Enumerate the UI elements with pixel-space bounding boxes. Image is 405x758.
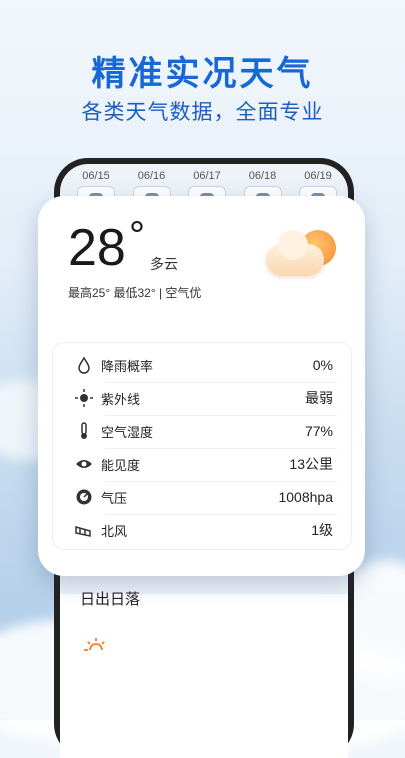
detail-row-uv: 紫外线 最弱: [53, 382, 351, 414]
detail-label: 能见度: [101, 457, 141, 473]
detail-label: 降雨概率: [101, 358, 154, 374]
detail-row-humidity: 空气湿度 77%: [53, 415, 351, 447]
detail-value: 0%: [312, 357, 333, 373]
temperature-range: 最高25° 最低32° | 空气优: [68, 286, 202, 300]
sun-section: [60, 594, 348, 758]
current-weather-card: 28 ° 多云 最高25° 最低32° | 空气优 降雨概率 0% 紫外线 最弱…: [38, 196, 365, 576]
pressure-gauge-icon: [76, 489, 92, 505]
detail-row-pressure: 气压 1008hpa: [53, 481, 351, 513]
sun-uv-icon: [75, 389, 93, 407]
detail-label: 紫外线: [101, 391, 141, 407]
weather-details-list: 降雨概率 0% 紫外线 最弱 空气湿度 77% 能见度 13公里 气压 1008…: [52, 342, 352, 550]
degree-symbol: °: [129, 214, 145, 258]
weather-condition: 多云: [150, 256, 178, 272]
detail-row-visibility: 能见度 13公里: [53, 448, 351, 480]
detail-label: 空气湿度: [101, 424, 154, 440]
detail-value: 77%: [304, 423, 333, 439]
detail-value: 1008hpa: [278, 489, 333, 505]
detail-value: 1级: [311, 522, 333, 538]
detail-row-rain: 降雨概率 0%: [53, 349, 351, 381]
detail-value: 13公里: [289, 456, 333, 472]
forecast-date: 06/19: [304, 170, 332, 182]
detail-label: 气压: [101, 490, 128, 506]
sunrise-icon: [84, 638, 105, 651]
thermometer-icon: [81, 422, 87, 439]
forecast-date: 06/15: [82, 170, 110, 182]
sun-section-title: 日出日落: [80, 591, 141, 608]
headline-subtitle: 各类天气数据，全面专业: [81, 101, 324, 124]
headline-title: 精准实况天气: [91, 55, 314, 93]
eye-icon: [76, 460, 92, 468]
partly-cloudy-icon: [266, 228, 338, 284]
detail-label: 北风: [101, 523, 128, 539]
detail-value: 最弱: [305, 390, 333, 406]
wind-icon: [75, 526, 91, 537]
forecast-date: 06/16: [137, 170, 166, 182]
forecast-date: 06/18: [248, 170, 277, 182]
current-temperature: 28: [68, 219, 126, 277]
detail-row-wind: 北风 1级: [53, 514, 351, 546]
forecast-date: 06/17: [193, 170, 221, 182]
raindrop-icon: [78, 356, 90, 374]
